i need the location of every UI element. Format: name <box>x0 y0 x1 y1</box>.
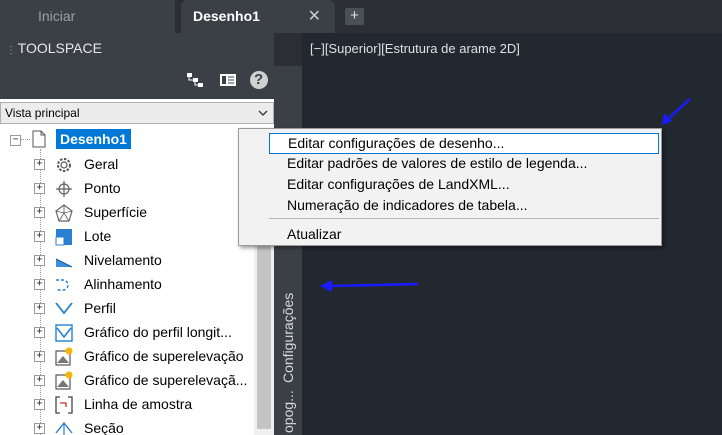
expand-icon[interactable]: + <box>34 255 45 266</box>
tree-item-label: Gráfico de superelevaçã... <box>84 372 248 388</box>
menu-item-edit-label-style-defaults[interactable]: Editar padrões de valores de estilo de l… <box>269 153 659 174</box>
menu-item-label: Editar configurações de desenho... <box>288 135 505 151</box>
tree-item-alinhamento[interactable]: + Alinhamento <box>34 273 254 297</box>
grip-icon[interactable]: ⋮ <box>6 36 16 66</box>
tree-item-perfil[interactable]: + Perfil <box>34 297 254 321</box>
tree-item-label: Ponto <box>84 180 121 196</box>
expand-icon[interactable]: + <box>34 423 45 434</box>
menu-item-edit-landxml-settings[interactable]: Editar configurações de LandXML... <box>269 174 659 195</box>
new-tab-button[interactable]: + <box>345 8 364 25</box>
view-select[interactable]: Vista principal <box>0 102 274 124</box>
tree-item-lote[interactable]: + Lote <box>34 225 254 249</box>
superelevation-view-icon <box>54 347 74 367</box>
menu-item-refresh[interactable]: Atualizar <box>269 224 659 245</box>
tab-label: Iniciar <box>38 8 76 24</box>
parcel-icon <box>54 227 74 247</box>
expand-icon[interactable]: + <box>34 279 45 290</box>
document-tab-bar: Iniciar Desenho1 ✕ + <box>0 0 722 33</box>
side-tab-label: opog... <box>280 390 296 433</box>
prospector-tree: − Desenho1 + Geral + Ponto + Superfície … <box>0 129 254 435</box>
tab-desenho1[interactable]: Desenho1 ✕ <box>181 0 335 33</box>
expand-icon[interactable]: + <box>34 351 45 362</box>
tree-item-grafico-superelevacao-2[interactable]: + Gráfico de superelevaçã... <box>34 369 254 393</box>
expand-icon[interactable]: + <box>34 231 45 242</box>
drawing-icon <box>30 130 48 148</box>
surface-icon <box>54 203 74 223</box>
tree-item-nivelamento[interactable]: + Nivelamento <box>34 249 254 273</box>
expand-icon[interactable]: + <box>34 327 45 338</box>
menu-item-label: Numeração de indicadores de tabela... <box>287 197 528 213</box>
tree-item-linha-amostra[interactable]: + Linha de amostra <box>34 393 254 417</box>
expand-icon[interactable]: + <box>34 303 45 314</box>
application-window: Iniciar Desenho1 ✕ + ⋮ TOOLSPACE ? Vista… <box>0 0 722 435</box>
grading-icon <box>54 251 74 271</box>
tree-item-grafico-perfil[interactable]: + Gráfico do perfil longit... <box>34 321 254 345</box>
tree-item-geral[interactable]: + Geral <box>34 153 254 177</box>
tree-root-label: Desenho1 <box>56 129 131 149</box>
tab-label: Desenho1 <box>193 8 260 24</box>
tree-item-secao[interactable]: + Seção <box>34 417 254 435</box>
sample-line-icon <box>54 395 74 415</box>
tree-item-label: Lote <box>84 228 112 244</box>
tab-configuracoes[interactable]: Configurações <box>274 239 302 385</box>
profile-view-icon <box>54 323 74 343</box>
side-tab-label: Configurações <box>280 292 296 383</box>
tree-item-label: Superfície <box>84 204 148 220</box>
tab-topografia[interactable]: opog... <box>274 385 302 435</box>
tree-item-label: Gráfico do perfil longit... <box>84 324 232 340</box>
menu-separator <box>269 218 659 219</box>
item-view-icon[interactable] <box>186 71 204 94</box>
tree-item-label: Alinhamento <box>84 276 162 292</box>
toolspace-toolbar: ? <box>0 63 274 99</box>
superelevation-view-icon <box>54 371 74 391</box>
point-icon <box>54 179 74 199</box>
toolspace-panel: ⋮ TOOLSPACE ? Vista principal − Desenho1… <box>0 33 274 435</box>
tree-item-label: Gráfico de superelevação <box>84 348 244 364</box>
toolspace-title: TOOLSPACE <box>17 40 102 56</box>
menu-item-label: Atualizar <box>287 226 342 242</box>
collapse-icon[interactable]: − <box>10 135 21 146</box>
help-glyph: ? <box>254 71 264 88</box>
expand-icon[interactable]: + <box>34 375 45 386</box>
tree-item-label: Perfil <box>84 300 116 316</box>
chevron-down-icon <box>258 103 268 131</box>
tree-item-ponto[interactable]: + Ponto <box>34 177 254 201</box>
tree-item-label: Nivelamento <box>84 252 162 268</box>
toolspace-header[interactable]: ⋮ TOOLSPACE <box>0 33 274 63</box>
gear-icon <box>54 155 74 175</box>
tab-iniciar[interactable]: Iniciar <box>0 0 175 33</box>
expand-icon[interactable]: + <box>34 399 45 410</box>
expand-icon[interactable]: + <box>34 183 45 194</box>
tree-item-superficie[interactable]: + Superfície <box>34 201 254 225</box>
menu-item-table-tag-numbering[interactable]: Numeração de indicadores de tabela... <box>269 195 659 216</box>
view-select-value: Vista principal <box>5 106 80 120</box>
tree-item-label: Geral <box>84 156 119 172</box>
expand-icon[interactable]: + <box>34 207 45 218</box>
close-icon[interactable]: ✕ <box>308 0 321 33</box>
tree-item-label: Linha de amostra <box>84 396 193 412</box>
help-icon[interactable]: ? <box>249 70 269 95</box>
alignment-icon <box>54 275 74 295</box>
tree-item-grafico-superelevacao[interactable]: + Gráfico de superelevação <box>34 345 254 369</box>
expand-icon[interactable]: + <box>34 159 45 170</box>
section-icon <box>54 419 74 435</box>
viewport-controls-label[interactable]: [−][Superior][Estrutura de arame 2D] <box>310 41 520 56</box>
menu-item-label: Editar padrões de valores de estilo de l… <box>287 155 588 171</box>
tree-item-label: Seção <box>84 420 124 435</box>
context-menu: Editar configurações de desenho... Edita… <box>238 128 662 246</box>
menu-item-edit-drawing-settings[interactable]: Editar configurações de desenho... <box>269 133 659 154</box>
panorama-icon[interactable] <box>219 71 237 94</box>
profile-icon <box>54 299 74 319</box>
menu-item-label: Editar configurações de LandXML... <box>287 176 510 192</box>
